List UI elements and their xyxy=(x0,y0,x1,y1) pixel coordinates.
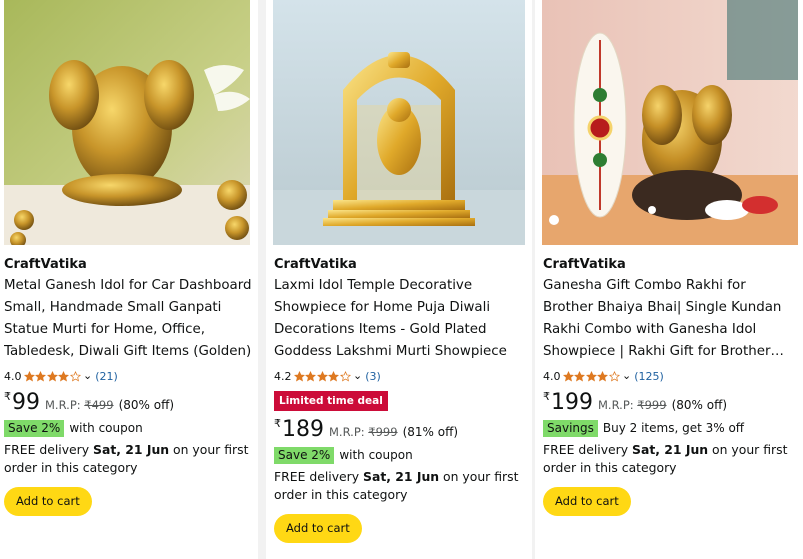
discount-percent: (80% off) xyxy=(118,398,175,412)
product-image[interactable] xyxy=(542,0,798,245)
rating-value: 4.2 xyxy=(274,369,292,383)
delivery-prefix: FREE delivery xyxy=(543,442,629,457)
product-card: CraftVatika Laxmi Idol Temple Decorative… xyxy=(266,0,532,559)
limited-time-deal-badge: Limited time deal xyxy=(274,391,388,411)
currency-symbol: ₹ xyxy=(4,390,11,403)
product-card: CraftVatika Ganesha Gift Combo Rakhi for… xyxy=(535,0,803,559)
star-icon xyxy=(585,370,597,381)
product-title-link[interactable]: Ganesha Gift Combo Rakhi for Brother Bha… xyxy=(543,275,797,363)
coupon-text: with coupon xyxy=(339,448,413,462)
discount-percent: (80% off) xyxy=(671,398,728,412)
price[interactable]: 189 xyxy=(282,417,324,443)
brand-name: CraftVatika xyxy=(4,257,87,272)
rating-row: 4.0 ⌄ (21) xyxy=(4,368,252,384)
mrp: M.R.P: ₹499 xyxy=(45,398,114,412)
price-row: ₹ 99 M.R.P: ₹499 (80% off) xyxy=(4,390,252,418)
brand-name: CraftVatika xyxy=(543,257,626,272)
rating-value: 4.0 xyxy=(543,369,561,383)
product-title-link[interactable]: Metal Ganesh Idol for Car Dashboard Smal… xyxy=(4,275,252,363)
review-count-link[interactable]: (3) xyxy=(365,370,381,383)
mrp-value: ₹999 xyxy=(368,425,398,439)
star-icon xyxy=(328,370,339,381)
star-icon xyxy=(293,370,305,381)
chevron-down-icon[interactable]: ⌄ xyxy=(83,369,92,382)
delivery-date: Sat, 21 Jun xyxy=(632,442,709,457)
rating-value: 4.0 xyxy=(4,369,22,383)
add-to-cart-button[interactable]: Add to cart xyxy=(543,487,631,516)
coupon-badge: Save 2% xyxy=(274,446,335,464)
coupon-badge: Save 2% xyxy=(4,419,65,437)
rating-row: 4.0 ⌄ (125) xyxy=(543,368,797,384)
review-count-link[interactable]: (125) xyxy=(634,370,664,383)
star-icon xyxy=(69,370,81,381)
star-rating-icon[interactable] xyxy=(562,370,621,382)
product-image[interactable] xyxy=(4,0,250,245)
delivery-date: Sat, 21 Jun xyxy=(363,469,440,484)
mrp: M.R.P: ₹999 xyxy=(598,398,667,412)
star-icon xyxy=(608,370,620,381)
mrp-value: ₹499 xyxy=(84,398,114,412)
price-row: ₹ 199 M.R.P: ₹999 (80% off) xyxy=(543,390,797,418)
star-icon xyxy=(339,370,351,381)
discount-percent: (81% off) xyxy=(402,425,459,439)
star-icon xyxy=(46,370,58,381)
currency-symbol: ₹ xyxy=(543,390,550,403)
star-rating-icon[interactable] xyxy=(23,370,82,382)
star-icon xyxy=(597,370,608,381)
product-card: CraftVatika Metal Ganesh Idol for Car Da… xyxy=(0,0,258,559)
coupon-row: Save 2% with coupon xyxy=(4,419,252,437)
delivery-info: FREE delivery Sat, 21 Jun on your first … xyxy=(274,468,526,504)
price[interactable]: 199 xyxy=(551,390,593,416)
delivery-prefix: FREE delivery xyxy=(274,469,360,484)
star-rating-icon[interactable] xyxy=(293,370,352,382)
coupon-row: Savings Buy 2 items, get 3% off xyxy=(543,419,797,437)
mrp-value: ₹999 xyxy=(637,398,667,412)
add-to-cart-button[interactable]: Add to cart xyxy=(4,487,92,516)
mrp-label: M.R.P: xyxy=(329,425,365,439)
delivery-date: Sat, 21 Jun xyxy=(93,442,170,457)
add-to-cart-button[interactable]: Add to cart xyxy=(274,514,362,543)
review-count-link[interactable]: (21) xyxy=(95,370,118,383)
currency-symbol: ₹ xyxy=(274,417,281,430)
product-title-link[interactable]: Laxmi Idol Temple Decorative Showpiece f… xyxy=(274,275,526,363)
star-icon xyxy=(23,370,35,381)
coupon-text: with coupon xyxy=(69,421,143,435)
chevron-down-icon[interactable]: ⌄ xyxy=(622,369,631,382)
coupon-row: Save 2% with coupon xyxy=(274,446,526,464)
chevron-down-icon[interactable]: ⌄ xyxy=(353,369,362,382)
savings-badge: Savings xyxy=(543,419,598,437)
price-row: ₹ 189 M.R.P: ₹999 (81% off) xyxy=(274,417,526,445)
mrp-label: M.R.P: xyxy=(45,398,81,412)
delivery-info: FREE delivery Sat, 21 Jun on your first … xyxy=(4,441,252,477)
star-icon xyxy=(574,370,585,381)
star-icon xyxy=(35,370,46,381)
delivery-prefix: FREE delivery xyxy=(4,442,90,457)
delivery-info: FREE delivery Sat, 21 Jun on your first … xyxy=(543,441,797,477)
star-icon xyxy=(562,370,574,381)
product-image[interactable] xyxy=(273,0,525,245)
star-icon xyxy=(58,370,69,381)
product-grid: CraftVatika Metal Ganesh Idol for Car Da… xyxy=(0,0,803,559)
mrp: M.R.P: ₹999 xyxy=(329,425,398,439)
star-icon xyxy=(305,370,316,381)
price[interactable]: 99 xyxy=(12,390,40,416)
mrp-label: M.R.P: xyxy=(598,398,634,412)
savings-text: Buy 2 items, get 3% off xyxy=(602,421,745,435)
brand-name: CraftVatika xyxy=(274,257,357,272)
star-icon xyxy=(316,370,328,381)
rating-row: 4.2 ⌄ (3) xyxy=(274,368,526,384)
